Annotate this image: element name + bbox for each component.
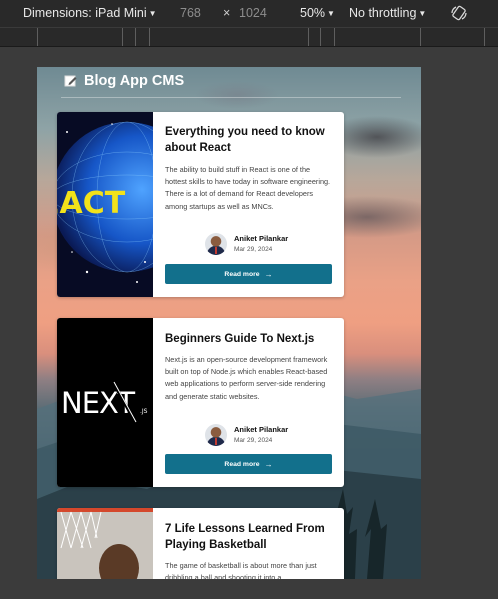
avatar bbox=[205, 424, 227, 446]
post-author: Aniket Pilankar Mar 29, 2024 bbox=[205, 424, 335, 448]
post-excerpt: Next.js is an open-source development fr… bbox=[165, 355, 328, 401]
arrow-right-icon: → bbox=[264, 459, 273, 469]
app-header: Blog App CMS bbox=[61, 73, 401, 98]
author-name: Aniket Pilankar bbox=[234, 425, 289, 434]
pen-icon bbox=[64, 75, 77, 87]
chevron-down-icon: ▼ bbox=[148, 9, 157, 18]
post-title[interactable]: Beginners Guide To Next.js bbox=[165, 331, 333, 347]
chevron-down-icon: ▼ bbox=[418, 9, 427, 18]
post-card[interactable]: 7 Life Lessons Learned From Playing Bask… bbox=[57, 508, 344, 579]
post-date: Mar 29, 2024 bbox=[234, 437, 273, 444]
post-author: Aniket Pilankar Mar 29, 2024 bbox=[205, 233, 335, 257]
device-viewport: Blog App CMS ACT Everything you need to … bbox=[37, 67, 421, 579]
throttling-dropdown[interactable]: No throttling ▼ bbox=[349, 6, 426, 20]
read-more-label: Read more bbox=[224, 270, 260, 278]
react-image-text: EACT bbox=[57, 186, 126, 221]
post-title[interactable]: 7 Life Lessons Learned From Playing Bask… bbox=[165, 521, 333, 553]
arrow-right-icon: → bbox=[264, 269, 273, 279]
avatar bbox=[205, 233, 227, 255]
read-more-button[interactable]: Read more → bbox=[165, 454, 332, 474]
chevron-down-icon: ▼ bbox=[327, 9, 335, 18]
dimensions-dropdown[interactable]: Dimensions: iPad Mini ▼ bbox=[23, 6, 157, 20]
zoom-label: 50% bbox=[300, 6, 326, 20]
media-query-ruler bbox=[0, 27, 498, 47]
dimensions-label: Dimensions: iPad Mini bbox=[23, 6, 147, 20]
read-more-button[interactable]: Read more → bbox=[165, 264, 332, 284]
post-card[interactable]: NEXT .JS Beginners Guide To Next.js Next… bbox=[57, 318, 344, 487]
next-image-suffix: .JS bbox=[140, 408, 148, 415]
zoom-dropdown[interactable]: 50% ▼ bbox=[300, 6, 335, 20]
post-image-nextjs: NEXT .JS bbox=[57, 318, 153, 487]
devtools-toolbar: Dimensions: iPad Mini ▼ 768 × 1024 50% ▼ N… bbox=[0, 0, 498, 27]
read-more-label: Read more bbox=[224, 460, 260, 468]
post-date: Mar 29, 2024 bbox=[234, 246, 273, 253]
post-excerpt: The game of basketball is about more tha… bbox=[165, 561, 317, 579]
author-name: Aniket Pilankar bbox=[234, 234, 289, 243]
post-title[interactable]: Everything you need to know about React bbox=[165, 124, 333, 156]
post-image-react: EACT bbox=[57, 112, 153, 297]
throttling-label: No throttling bbox=[349, 6, 417, 20]
height-input[interactable]: 1024 bbox=[239, 6, 267, 20]
post-image-basketball bbox=[57, 508, 153, 579]
width-input[interactable]: 768 bbox=[180, 6, 201, 20]
post-excerpt: The ability to build stuff in React is o… bbox=[165, 165, 331, 211]
times-separator: × bbox=[223, 6, 231, 20]
post-card[interactable]: EACT Everything you need to know about R… bbox=[57, 112, 344, 297]
rotate-icon[interactable] bbox=[450, 4, 468, 22]
app-title: Blog App CMS bbox=[84, 73, 185, 89]
